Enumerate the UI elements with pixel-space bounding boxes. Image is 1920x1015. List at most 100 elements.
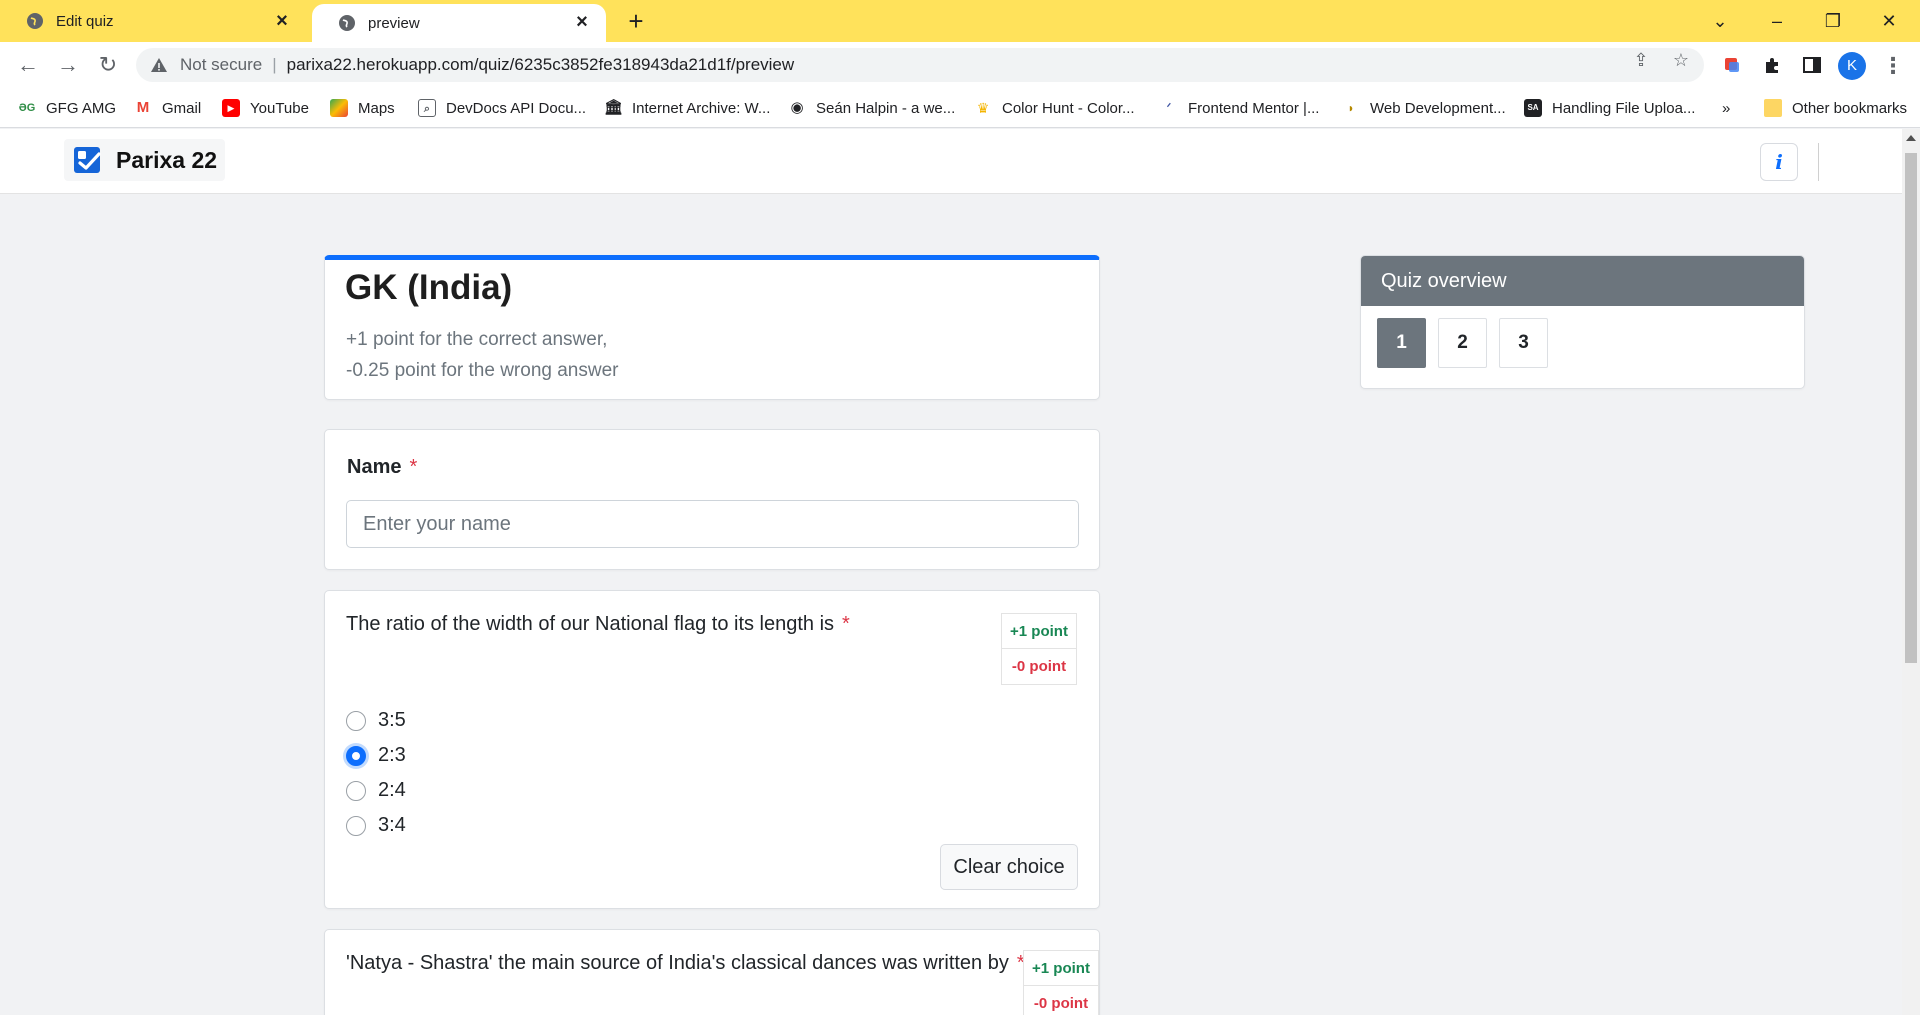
bookmark-color-hunt[interactable]: ♛ Color Hunt - Color... <box>974 98 1135 118</box>
option-2-4[interactable]: 2:4 <box>346 773 406 808</box>
quiz-overview-title: Quiz overview <box>1361 256 1804 306</box>
other-bookmarks[interactable]: Other bookmarks <box>1764 98 1907 118</box>
url-text[interactable]: parixa22.herokuapp.com/quiz/6235c3852fe3… <box>287 55 795 75</box>
close-window-button[interactable]: ✕ <box>1874 6 1904 36</box>
info-button[interactable]: i <box>1760 143 1798 181</box>
globe-icon <box>27 13 43 29</box>
radio-button[interactable] <box>346 815 366 836</box>
radio-button[interactable] <box>346 780 366 801</box>
new-tab-button[interactable]: + <box>622 8 650 36</box>
quiz-description: +1 point for the correct answer, -0.25 p… <box>346 324 619 386</box>
youtube-icon: ▶ <box>222 99 240 117</box>
minus-points: -0 point <box>1011 658 1067 675</box>
more-menu-icon[interactable]: ⋮ <box>1882 52 1904 80</box>
gmail-icon: M <box>136 99 150 116</box>
bookmark-devdocs[interactable]: ⌕ DevDocs API Docu... <box>418 98 586 118</box>
puzzle-icon[interactable] <box>1762 55 1782 75</box>
tab-edit-quiz[interactable]: Edit quiz × <box>0 0 306 42</box>
name-label: Name * <box>347 456 418 478</box>
brand-link[interactable]: Parixa 22 <box>64 139 226 181</box>
reload-icon[interactable]: ↻ <box>94 51 122 79</box>
minus-points: -0 point <box>1033 995 1089 1012</box>
question-card-1: The ratio of the width of our National f… <box>324 590 1100 909</box>
bookmarks-overflow-button[interactable]: » <box>1722 98 1730 118</box>
question-nav-2[interactable]: 2 <box>1438 318 1487 368</box>
tab-title: Edit quiz <box>56 12 114 30</box>
tab-title: preview <box>368 14 420 32</box>
plus-points: +1 point <box>1024 951 1098 986</box>
side-panel-icon[interactable] <box>1802 55 1822 75</box>
address-bar[interactable]: Not secure | parixa22.herokuapp.com/quiz… <box>136 48 1704 82</box>
page-scrollbar[interactable] <box>1902 129 1920 1015</box>
brand-name: Parixa 22 <box>116 146 218 173</box>
question-text: 'Natya - Shastra' the main source of Ind… <box>346 952 1025 974</box>
required-asterisk: * <box>409 456 418 478</box>
minimize-button[interactable]: – <box>1762 6 1792 36</box>
option-label: 3:5 <box>378 709 406 731</box>
gfg-icon: ƏG <box>18 102 36 114</box>
sa-icon: SA <box>1524 99 1542 117</box>
close-tab-icon[interactable]: × <box>572 12 592 32</box>
option-3-5[interactable]: 3:5 <box>346 703 406 738</box>
radio-button-selected[interactable] <box>346 745 366 766</box>
bookmark-internet-archive[interactable]: 🏛 Internet Archive: W... <box>604 98 770 118</box>
scoring-rule-correct: +1 point for the correct answer, <box>346 329 608 350</box>
scrollbar-thumb[interactable] <box>1905 153 1917 663</box>
option-label: 3:4 <box>378 814 406 836</box>
check-logo-icon <box>74 147 101 173</box>
warning-icon <box>151 58 167 72</box>
question-text: The ratio of the width of our National f… <box>346 613 850 635</box>
quiz-overview-panel: Quiz overview 1 2 3 <box>1360 255 1805 389</box>
back-arrow-icon[interactable]: ← <box>14 51 42 79</box>
page-viewport: Parixa 22 i GK (India) +1 point for the … <box>0 129 1902 1015</box>
scoring-rule-wrong: -0.25 point for the wrong answer <box>346 360 619 381</box>
name-input[interactable] <box>346 500 1079 548</box>
quiz-header-card: GK (India) +1 point for the correct answ… <box>324 255 1100 400</box>
option-label: 2:4 <box>378 779 406 801</box>
navbar-divider <box>1818 143 1819 181</box>
close-tab-icon[interactable]: × <box>272 11 292 31</box>
star-icon[interactable]: ☆ <box>1670 49 1692 71</box>
bookmark-gfg[interactable]: ƏG GFG AMG <box>18 98 116 118</box>
bookmarks-bar: ƏG GFG AMG M Gmail ▶ YouTube Maps ⌕ DevDocs … <box>0 88 1920 128</box>
browser-toolbar: ← → ↻ Not secure | parixa22.herokuapp.co… <box>0 42 1920 88</box>
bookmark-gmail[interactable]: M Gmail <box>134 98 201 118</box>
bookmark-maps[interactable]: Maps <box>330 98 395 118</box>
webdev-icon: ◗ <box>1347 101 1355 115</box>
tab-preview[interactable]: preview × <box>312 4 606 42</box>
bookmark-youtube[interactable]: ▶ YouTube <box>222 98 309 118</box>
restore-button[interactable]: ❐ <box>1818 6 1848 36</box>
question-navigator: 1 2 3 <box>1377 318 1560 368</box>
bookmark-frontend-mentor[interactable]: ᐟ Frontend Mentor |... <box>1160 98 1320 118</box>
security-label[interactable]: Not secure <box>180 55 262 75</box>
option-2-3[interactable]: 2:3 <box>346 738 406 773</box>
radio-button[interactable] <box>346 710 366 731</box>
extension-icon[interactable] <box>1722 55 1742 75</box>
quiz-title: GK (India) <box>345 268 513 307</box>
plus-points: +1 point <box>1002 614 1076 649</box>
bookmark-sean-halpin[interactable]: ◉ Seán Halpin - a we... <box>788 98 955 118</box>
question-nav-1[interactable]: 1 <box>1377 318 1426 368</box>
devdocs-icon: ⌕ <box>418 99 436 117</box>
maps-icon <box>330 99 348 117</box>
profile-avatar[interactable]: K <box>1838 52 1866 80</box>
globe-icon <box>339 15 355 31</box>
tab-search-chevron-icon[interactable]: ⌄ <box>1705 6 1735 36</box>
share-icon[interactable]: ⇪ <box>1630 49 1652 71</box>
clear-choice-button[interactable]: Clear choice <box>940 844 1078 890</box>
option-label: 2:3 <box>378 744 406 766</box>
scroll-up-arrow-icon[interactable] <box>1906 135 1916 141</box>
question-nav-3[interactable]: 3 <box>1499 318 1548 368</box>
forward-arrow-icon[interactable]: → <box>54 51 82 79</box>
points-badge: +1 point -0 point <box>1001 613 1077 685</box>
question-card-2: 'Natya - Shastra' the main source of Ind… <box>324 929 1100 1015</box>
name-card: Name * <box>324 429 1100 570</box>
archive-icon: 🏛 <box>604 99 624 116</box>
bookmark-handling-file-uploads[interactable]: SA Handling File Uploa... <box>1524 98 1695 118</box>
bookmark-web-development[interactable]: ◗ Web Development... <box>1342 98 1505 118</box>
option-3-4[interactable]: 3:4 <box>346 808 406 843</box>
folder-icon <box>1764 99 1782 117</box>
colorhunt-icon: ♛ <box>976 100 990 116</box>
points-badge: +1 point -0 point <box>1023 950 1099 1015</box>
app-navbar: Parixa 22 i <box>0 129 1902 194</box>
